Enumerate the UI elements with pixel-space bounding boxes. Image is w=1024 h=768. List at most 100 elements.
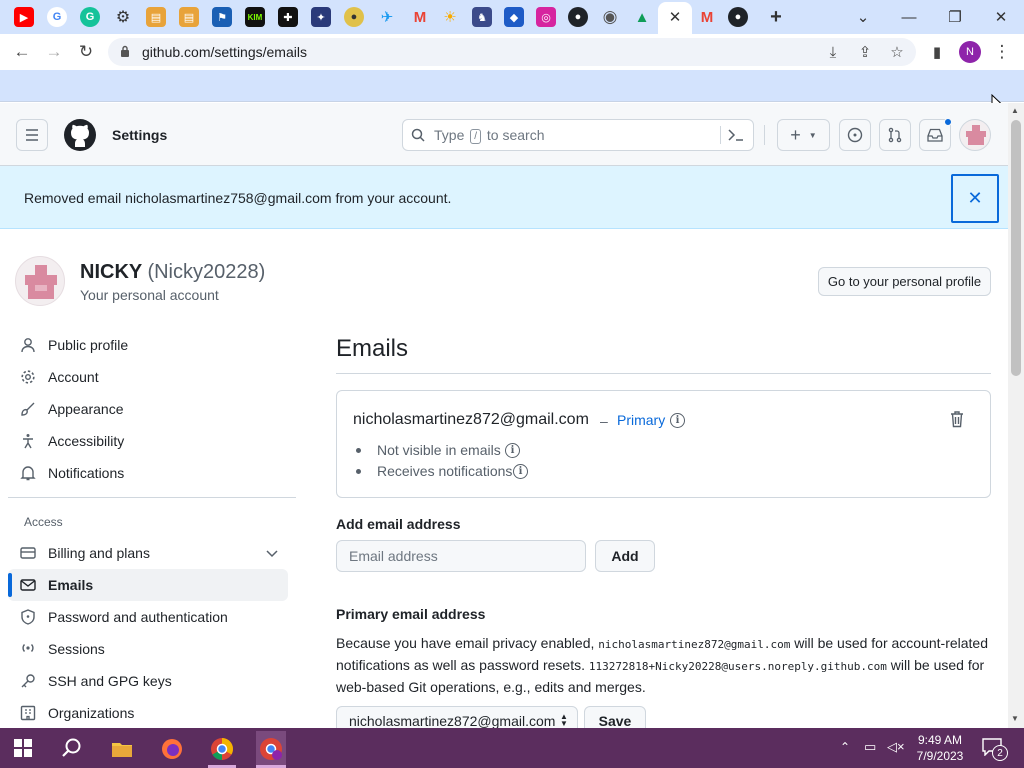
active-indicator (8, 573, 12, 597)
window-close-icon[interactable]: ✕ (990, 6, 1012, 28)
folder-icon[interactable]: ▤ (179, 7, 199, 27)
twitter-icon[interactable]: ✈ (377, 7, 397, 27)
sidebar-item-password[interactable]: Password and authentication (8, 601, 288, 633)
chrome-icon[interactable]: ◉ (600, 7, 620, 27)
flash-message: Removed email nicholasmartinez758@gmail.… (24, 190, 452, 206)
scrollbar-thumb[interactable] (1011, 120, 1021, 376)
bulb-icon[interactable]: ☀ (440, 7, 460, 27)
network-icon[interactable]: ▭ (864, 739, 876, 755)
command-palette-icon[interactable] (728, 128, 744, 142)
download-icon[interactable]: ⤓ (821, 40, 845, 64)
search-divider (720, 126, 721, 144)
side-panel-icon[interactable]: ▮ (925, 40, 949, 64)
trash-icon[interactable] (949, 410, 965, 428)
notification-dot (944, 118, 952, 126)
github-icon[interactable]: ● (568, 7, 588, 27)
image-icon[interactable]: ✦ (311, 7, 331, 27)
sidebar-item-accessibility[interactable]: Accessibility (8, 425, 288, 457)
identicon-icon (25, 265, 57, 299)
puzzle-icon[interactable]: ✚ (278, 7, 298, 27)
chrome-profile-taskbar-icon[interactable] (259, 737, 283, 761)
sonic-icon[interactable]: ◆ (504, 7, 524, 27)
taskbar-search-icon[interactable] (61, 737, 83, 759)
title-divider (336, 373, 991, 374)
settings-icon[interactable]: ⚙ (113, 7, 133, 27)
dismiss-flash-button[interactable]: ✕ (951, 174, 999, 223)
create-new-button[interactable]: + ▼ (777, 119, 830, 151)
file-explorer-icon[interactable] (110, 737, 134, 761)
sidebar-section-heading: Access (24, 515, 63, 529)
kim-icon[interactable]: KIM (245, 7, 265, 27)
sidebar-item-billing[interactable]: Billing and plans (8, 537, 288, 569)
info-icon[interactable]: i (670, 413, 685, 428)
mail-icon (8, 578, 48, 592)
email-address-input[interactable]: Email address (336, 540, 586, 572)
issues-button[interactable] (839, 119, 871, 151)
minimize-icon[interactable]: — (898, 6, 920, 28)
gmail-icon[interactable]: M (697, 7, 717, 27)
gmail-icon[interactable]: M (410, 7, 430, 27)
game-icon[interactable]: ♞ (472, 7, 492, 27)
share-icon[interactable]: ⇪ (853, 40, 877, 64)
scroll-up-icon[interactable]: ▲ (1011, 106, 1019, 115)
system-clock[interactable]: 9:49 AM 7/9/2023 (908, 732, 972, 764)
youtube-icon[interactable]: ▶ (14, 7, 34, 27)
volume-icon[interactable]: ◁× (887, 739, 905, 755)
tray-chevron-icon[interactable]: ⌃ (840, 740, 850, 754)
google-icon[interactable]: G (47, 7, 67, 27)
new-tab-icon[interactable]: + (766, 6, 786, 28)
sidebar-item-appearance[interactable]: Appearance (8, 393, 288, 425)
sidebar-item-ssh-keys[interactable]: SSH and GPG keys (8, 665, 288, 697)
sidebar-item-account[interactable]: Account (8, 361, 288, 393)
user-display-name[interactable]: NICKY (Nicky20228) (80, 261, 265, 284)
github-icon[interactable]: ● (728, 7, 748, 27)
star-icon[interactable]: ☆ (885, 40, 909, 64)
avatar[interactable] (959, 119, 991, 151)
add-email-button[interactable]: Add (595, 540, 655, 572)
bookmark-icon[interactable]: ⚑ (212, 7, 232, 27)
selected-email: nicholasmartinez872@gmail.com (349, 713, 556, 729)
github-logo-icon[interactable] (64, 119, 96, 151)
primary-email-description: Because you have email privacy enabled, … (336, 633, 996, 698)
user-name: NICKY (80, 261, 142, 283)
sidebar-item-label: Billing and plans (48, 545, 150, 561)
sidebar-item-emails[interactable]: Emails (8, 569, 288, 601)
sidebar-item-public-profile[interactable]: Public profile (8, 329, 288, 361)
windows-start-icon[interactable] (14, 739, 32, 757)
user-avatar[interactable] (15, 256, 65, 306)
drive-icon[interactable]: ▲ (632, 7, 652, 27)
go-to-profile-button[interactable]: Go to your personal profile (818, 267, 991, 296)
info-icon[interactable]: i (513, 464, 528, 479)
menu-dots-icon[interactable]: ⋮ (990, 40, 1014, 64)
scroll-down-icon[interactable]: ▼ (1011, 714, 1019, 723)
coin-icon[interactable]: ● (344, 7, 364, 27)
browser-profile-avatar[interactable]: N (959, 41, 981, 63)
forward-icon[interactable]: → (42, 40, 66, 64)
instagram-icon[interactable]: ◎ (536, 7, 556, 27)
sidebar-item-organizations[interactable]: Organizations (8, 697, 288, 729)
info-icon[interactable]: i (505, 443, 520, 458)
grammarly-icon[interactable]: G (80, 7, 100, 27)
maximize-icon[interactable]: ❐ (944, 6, 966, 28)
chrome-taskbar-icon[interactable] (208, 737, 236, 761)
primary-badge: Primary (617, 412, 666, 428)
hamburger-menu-button[interactable] (16, 119, 48, 151)
pull-requests-button[interactable] (879, 119, 911, 151)
folder-icon[interactable]: ▤ (146, 7, 166, 27)
tab-search-icon[interactable]: ⌄ (852, 6, 874, 28)
accessibility-icon (8, 433, 48, 449)
page-context-title[interactable]: Settings (112, 127, 167, 143)
sidebar-item-sessions[interactable]: Sessions (8, 633, 288, 665)
sidebar-item-label: Notifications (48, 465, 125, 481)
sidebar-item-notifications[interactable]: Notifications (8, 457, 288, 489)
reload-icon[interactable]: ↻ (74, 40, 98, 64)
kim-label: KIM (247, 12, 263, 22)
close-tab-icon[interactable]: ✕ (665, 7, 685, 27)
firefox-icon[interactable] (160, 737, 184, 761)
description-code: 113272818+Nicky20228@users.noreply.githu… (588, 660, 887, 673)
description-text: Because you have email privacy enabled, (336, 635, 595, 651)
close-icon: ✕ (967, 188, 983, 208)
back-icon[interactable]: ← (10, 40, 34, 64)
chevron-down-icon[interactable] (266, 545, 278, 561)
sidebar-item-label: Organizations (48, 705, 135, 721)
